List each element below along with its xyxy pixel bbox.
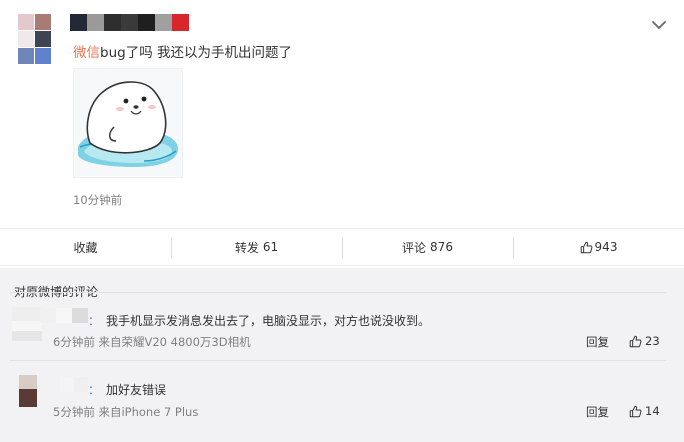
comment-meta: 5分钟前 来自iPhone 7 Plus [53,405,199,419]
post-action-bar: 收藏 转发 61 评论 876 943 [0,228,684,266]
comment-body: 我手机显示发消息发出去了，电脑没显示，对方也说没收到。 [106,314,431,328]
comment-username[interactable] [40,308,88,323]
comment-avatar[interactable] [19,375,37,409]
thumbs-up-icon [629,405,642,417]
comment-text: ： 加好友错误 [88,381,166,398]
repost-label: 转发 [234,240,259,255]
comment-body: 加好友错误 [106,383,167,397]
like-button[interactable]: 943 [513,229,684,265]
comment-item: ： 加好友错误 5分钟前 来自iPhone 7 Plus 回复 14 [0,360,684,424]
comment-button[interactable]: 评论 876 [342,229,513,265]
comment-count: 876 [430,240,453,254]
comment-prefix: ： [88,314,101,328]
reply-button[interactable]: 回复 [586,334,609,350]
favorite-button[interactable]: 收藏 [0,229,171,265]
comment-prefix: ： [88,383,101,397]
post-timestamp: 10分钟前 [73,193,123,207]
comment-username[interactable] [60,377,88,392]
original-post-comments: 对原微博的评论 ：我手机显示发消息发出去了，电脑没显示，对方也说没收到。 6分钟… [0,268,684,442]
chevron-down-icon[interactable] [650,16,668,34]
comment-label: 评论 [402,240,427,255]
comment-avatar[interactable] [12,307,42,341]
comment-text: ： 我手机显示发消息发出去了，电脑没显示，对方也说没收到。 [88,312,430,329]
thumbs-up-icon [580,241,592,253]
weibo-post-card: 微信bug了吗 我还以为手机出问题了 10分钟前 [0,0,684,228]
comment-meta: 6分钟前 来自荣耀V20 4800万3D相机 [53,335,251,349]
post-text-body: bug了吗 我还以为手机出问题了 [100,45,292,61]
comment-like-count: 14 [645,404,660,418]
like-count: 943 [594,240,618,254]
post-topic-link[interactable]: 微信 [73,45,100,61]
repost-count: 61 [262,240,279,254]
post-image-seal-sticker[interactable] [73,68,183,178]
user-avatar[interactable] [18,14,54,64]
reply-button[interactable]: 回复 [586,404,609,420]
favorite-label: 收藏 [73,240,98,255]
seal-sticker-icon [78,81,178,167]
comment-like-count: 23 [645,334,660,348]
repost-button[interactable]: 转发 61 [171,229,342,265]
username[interactable] [70,14,189,31]
post-text: 微信bug了吗 我还以为手机出问题了 [73,41,292,61]
comment-item: ： 我手机显示发消息发出去了，电脑没显示，对方也说没收到。 6分钟前 来自荣耀V2… [0,292,684,354]
thumbs-up-icon [629,335,642,347]
comment-like-button[interactable]: 14 [629,404,660,418]
comment-like-button[interactable]: 23 [629,334,660,348]
